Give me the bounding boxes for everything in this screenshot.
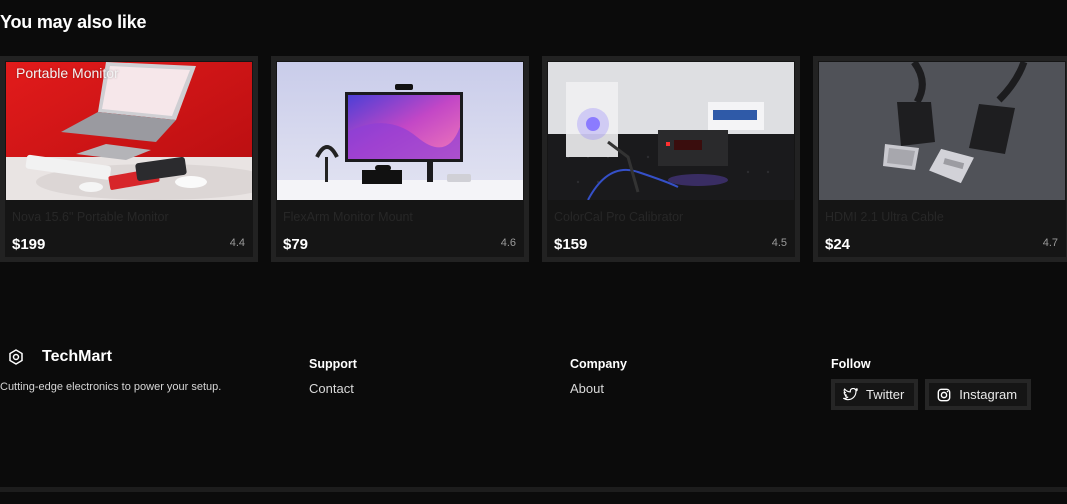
product-card[interactable]: FlexArm Monitor Mount $79 4.6	[271, 56, 529, 262]
product-image[interactable]	[277, 62, 523, 200]
product-image[interactable]: Portable Monitor	[6, 62, 252, 200]
product-price: $199	[12, 236, 46, 253]
twitter-button[interactable]: Twitter	[831, 379, 919, 410]
product-rating: 4.6	[500, 237, 516, 249]
image-overlay-label: Portable Monitor	[16, 65, 119, 81]
company-heading: Company	[570, 357, 627, 371]
instagram-button[interactable]: Instagram	[925, 379, 1032, 410]
bottom-divider	[0, 487, 1067, 492]
product-rating: 4.5	[771, 237, 787, 249]
laptop-image	[6, 62, 252, 200]
instagram-label: Instagram	[959, 387, 1018, 402]
support-heading: Support	[309, 357, 357, 371]
product-price: $24	[825, 236, 851, 253]
product-name[interactable]: ColorCal Pro Calibrator	[554, 210, 683, 224]
product-name[interactable]: Nova 15.6" Portable Monitor	[12, 210, 169, 224]
contact-link[interactable]: Contact	[309, 381, 357, 396]
hexagon-icon	[9, 349, 23, 365]
product-card[interactable]: HDMI 2.1 Ultra Cable $24 4.7	[813, 56, 1067, 262]
product-rating: 4.7	[1042, 237, 1058, 249]
about-link[interactable]: About	[570, 381, 627, 396]
product-card[interactable]: ColorCal Pro Calibrator $159 4.5	[542, 56, 800, 262]
product-rating: 4.4	[229, 237, 245, 249]
product-price: $159	[554, 236, 588, 253]
product-grid: Portable Monitor Nova 15.6" Portable Mon…	[0, 56, 1067, 262]
section-title: You may also like	[0, 12, 147, 32]
instagram-icon	[937, 388, 951, 401]
footer-follow-column: Follow Twitter Instagram	[831, 357, 1038, 410]
monitor-image	[277, 62, 523, 200]
brand-name: TechMart	[42, 348, 112, 365]
follow-heading: Follow	[831, 357, 871, 371]
footer-company-column: Company About	[570, 357, 627, 396]
product-image[interactable]	[548, 62, 794, 200]
twitter-label: Twitter	[866, 387, 905, 402]
footer: TechMart Cutting-edge electronics to pow…	[0, 340, 1067, 430]
calibrator-image	[548, 62, 794, 200]
twitter-icon	[843, 388, 858, 401]
cable-image	[819, 62, 1065, 200]
footer-support-column: Support Contact	[309, 357, 357, 396]
product-price: $79	[283, 236, 309, 253]
product-card[interactable]: Portable Monitor Nova 15.6" Portable Mon…	[0, 56, 258, 262]
brand-tagline: Cutting-edge electronics to power your s…	[0, 381, 222, 393]
product-name[interactable]: HDMI 2.1 Ultra Cable	[825, 210, 944, 224]
footer-brand[interactable]: TechMart	[8, 348, 112, 366]
product-image[interactable]	[819, 62, 1065, 200]
product-name[interactable]: FlexArm Monitor Mount	[283, 210, 413, 224]
